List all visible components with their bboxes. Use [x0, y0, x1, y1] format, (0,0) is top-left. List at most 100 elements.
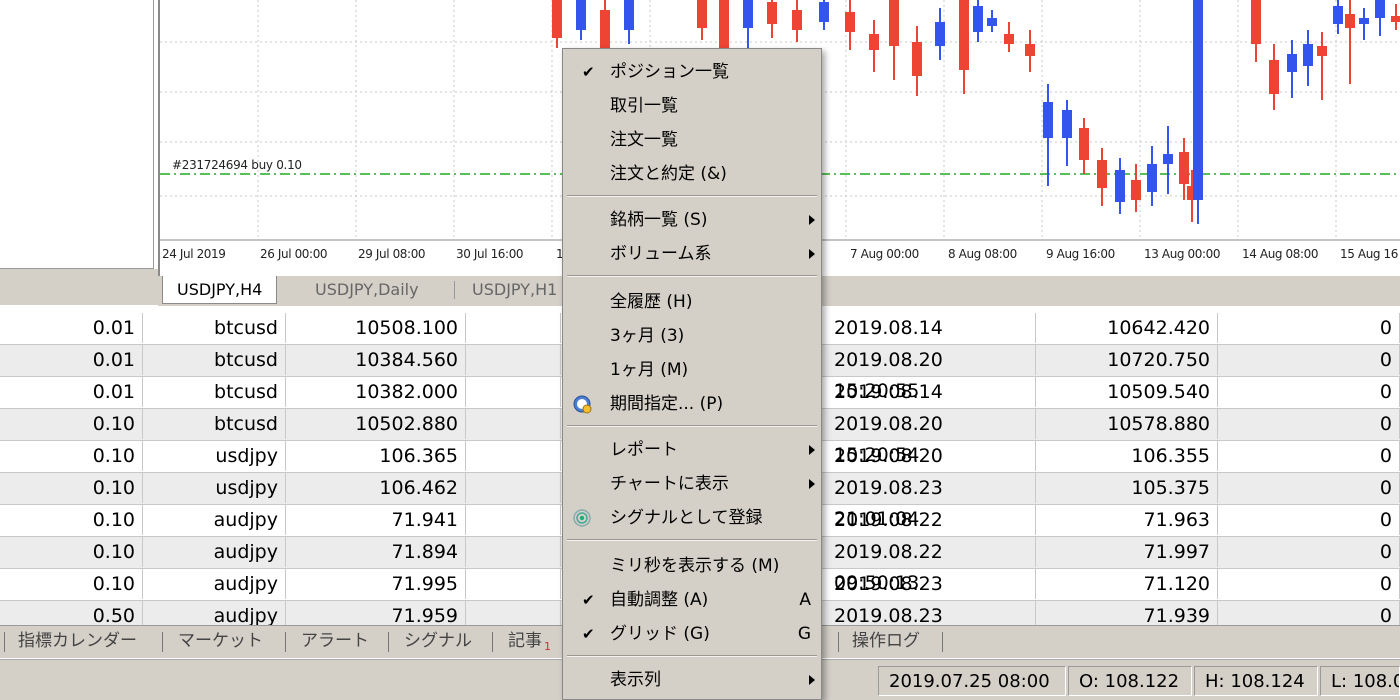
price-cell: 106.462: [286, 473, 466, 503]
volume-cell: 0.10: [0, 409, 143, 439]
menu-item-report[interactable]: レポート: [563, 435, 821, 465]
status-time: 2019.07.25 08:00: [878, 666, 1066, 696]
menu-item-three-months[interactable]: 3ヶ月 (3): [563, 321, 821, 351]
menu-item-show-on-chart[interactable]: チャートに表示: [563, 469, 821, 499]
candle-body: [959, 0, 969, 70]
candle-body: [1004, 34, 1014, 44]
tab-economic-calendar[interactable]: 指標カレンダー: [18, 626, 137, 658]
time-cell: 2019.08.22 09:50:13: [822, 537, 1036, 594]
volume-cell: 0.01: [0, 345, 143, 375]
time-cell: 2019.08.23 20:55:22: [822, 569, 1036, 626]
candle-body: [743, 0, 753, 28]
candle-body: [1287, 54, 1297, 72]
menu-item-auto-arrange[interactable]: ✔ 自動調整 (A) A: [563, 585, 821, 615]
tab-signals[interactable]: シグナル: [404, 626, 472, 658]
menu-item-label: 期間指定... (P): [610, 394, 724, 414]
tab-articles-label: 記事: [508, 631, 542, 651]
symbol-cell: usdjpy: [143, 441, 286, 471]
menu-item-positions[interactable]: ✔ ポジション一覧: [563, 57, 821, 87]
check-icon: ✔: [582, 63, 595, 81]
candle-body: [1375, 0, 1385, 18]
menu-item-orders-deals[interactable]: 注文と約定 (&): [563, 159, 821, 189]
close-price-cell: 71.120: [1036, 569, 1218, 599]
menu-item-label: 全履歴 (H): [610, 292, 693, 312]
menu-item-columns[interactable]: 表示列: [563, 665, 821, 695]
tab-usdjpy-h4[interactable]: USDJPY,H4: [162, 276, 278, 304]
menu-item-volumes[interactable]: ボリューム系: [563, 239, 821, 269]
time-cell: 2019.08.22 09:50:09: [822, 505, 1036, 562]
symbol-cell: audjpy: [143, 569, 286, 599]
symbol-cell: audjpy: [143, 505, 286, 535]
tab-divider: [454, 281, 455, 299]
time-cell: 2019.08.14 18:02:52: [822, 377, 1036, 434]
mt5-terminal-window: #231724694 buy 0.10 24 Jul 2019 26 Jul 0…: [0, 0, 1400, 700]
menu-separator: [567, 195, 817, 197]
empty-cell: [466, 537, 561, 567]
time-axis-label: 29 Jul 08:00: [358, 247, 426, 261]
menu-item-symbols[interactable]: 銘柄一覧 (S): [563, 205, 821, 235]
status-high: H: 108.124: [1194, 666, 1318, 696]
tab-usdjpy-daily[interactable]: USDJPY,Daily: [301, 276, 433, 304]
volume-cell: 0.01: [0, 377, 143, 407]
empty-cell: [466, 569, 561, 599]
history-context-menu: ✔ ポジション一覧 取引一覧 注文一覧 注文と約定 (&) 銘柄一覧 (S) ボ…: [562, 48, 822, 700]
menu-item-all-history[interactable]: 全履歴 (H): [563, 287, 821, 317]
menu-item-label: ボリューム系: [610, 244, 712, 264]
candle-body: [1269, 60, 1279, 94]
candle-body: [1193, 0, 1203, 200]
volume-cell: 0.10: [0, 441, 143, 471]
tab-divider: [4, 632, 5, 652]
tab-divider: [492, 632, 493, 652]
close-price-cell: 105.375: [1036, 473, 1218, 503]
candle-body: [792, 10, 802, 30]
menu-item-label: ポジション一覧: [610, 62, 729, 82]
tab-market[interactable]: マーケット: [178, 626, 263, 658]
candle-body: [1097, 160, 1107, 188]
submenu-arrow-icon: [809, 445, 815, 455]
submenu-arrow-icon: [809, 479, 815, 489]
price-cell: 10384.560: [286, 345, 466, 375]
menu-item-orders[interactable]: 注文一覧: [563, 125, 821, 155]
time-axis-label: 9 Aug 16:00: [1046, 247, 1115, 261]
menu-item-label: レポート: [610, 440, 678, 460]
menu-item-label: 取引一覧: [610, 96, 678, 116]
empty-cell: [466, 313, 561, 343]
candle-body: [912, 42, 922, 76]
menu-item-label: 自動調整 (A): [610, 590, 709, 610]
time-cell: 2019.08.23 21:01:04: [822, 473, 1036, 530]
menu-item-show-milliseconds[interactable]: ミリ秒を表示する (M): [563, 551, 821, 581]
price-cell: 71.995: [286, 569, 466, 599]
menu-separator: [567, 539, 817, 541]
candle-body: [935, 22, 945, 46]
volume-cell: 0.10: [0, 505, 143, 535]
candle-body: [767, 2, 777, 24]
price-cell: 71.941: [286, 505, 466, 535]
menu-separator: [567, 655, 817, 657]
menu-item-one-month[interactable]: 1ヶ月 (M): [563, 355, 821, 385]
tab-alerts[interactable]: アラート: [301, 626, 369, 658]
candle-body: [1345, 14, 1355, 28]
empty-cell: [466, 441, 561, 471]
menu-item-label: チャートに表示: [610, 474, 729, 494]
tab-usdjpy-h1[interactable]: USDJPY,H1: [458, 276, 571, 304]
tab-articles[interactable]: 記事 1: [508, 626, 551, 658]
status-low: L: 108.0: [1320, 666, 1400, 696]
order-line-label: #231724694 buy 0.10: [172, 158, 302, 172]
candle-body: [889, 0, 899, 46]
tab-divider: [162, 632, 163, 652]
menu-item-register-signal[interactable]: シグナルとして登録: [563, 503, 821, 533]
menu-separator: [567, 425, 817, 427]
candle-body: [1115, 170, 1125, 202]
menu-item-grid[interactable]: ✔ グリッド (G) G: [563, 619, 821, 649]
menu-item-trades[interactable]: 取引一覧: [563, 91, 821, 121]
empty-cell: [466, 505, 561, 535]
submenu-arrow-icon: [809, 215, 815, 225]
commission-cell: 0: [1218, 441, 1400, 471]
empty-cell: [466, 473, 561, 503]
candle-body: [552, 0, 562, 38]
candle-body: [845, 12, 855, 32]
time-cell: 2019.08.20 15:20:55: [822, 345, 1036, 402]
tab-journal[interactable]: 操作ログ: [852, 626, 920, 658]
time-axis-label: 24 Jul 2019: [162, 247, 226, 261]
menu-item-custom-period[interactable]: 期間指定... (P): [563, 389, 821, 419]
